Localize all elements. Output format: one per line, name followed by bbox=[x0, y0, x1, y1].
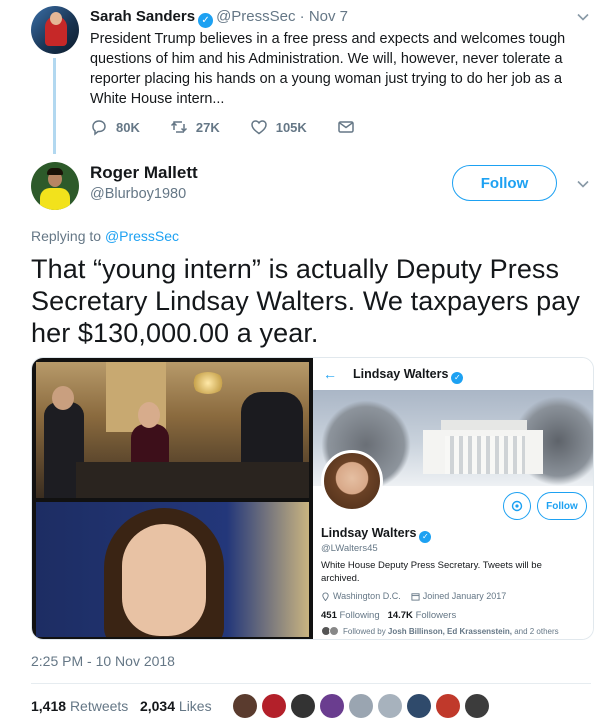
author-handle[interactable]: @Blurboy1980 bbox=[90, 186, 186, 202]
liker-avatar[interactable] bbox=[465, 694, 489, 718]
followed-by-prefix: Followed by bbox=[343, 626, 386, 636]
like-count: 105K bbox=[275, 119, 307, 135]
profile-stats: 451 Following 14.7K Followers bbox=[321, 610, 456, 621]
back-arrow-icon: ← bbox=[323, 366, 337, 382]
retweet-count: 27K bbox=[195, 119, 220, 135]
reply-count: 80K bbox=[116, 119, 140, 135]
liker-avatar[interactable] bbox=[436, 694, 460, 718]
retweet-icon bbox=[170, 121, 187, 133]
profile-joined: Joined January 2017 bbox=[422, 591, 507, 601]
follow-button[interactable]: Follow bbox=[452, 165, 557, 201]
liker-avatar[interactable] bbox=[291, 694, 315, 718]
profile-header-name: Lindsay Walters ✓ bbox=[353, 367, 466, 384]
profile-location: Washington D.C. bbox=[333, 591, 401, 601]
parent-tweet-text: President Trump believes in a free press… bbox=[90, 31, 566, 107]
calendar-icon bbox=[411, 592, 420, 601]
retweet-button[interactable]: 27K bbox=[170, 118, 220, 136]
liker-avatar[interactable] bbox=[349, 694, 373, 718]
direct-message-button[interactable] bbox=[337, 118, 363, 136]
portrait-photo[interactable] bbox=[36, 502, 309, 637]
author-name[interactable]: Roger Mallett bbox=[90, 163, 198, 183]
following-label: Following bbox=[339, 610, 380, 621]
photo-collage[interactable] bbox=[32, 358, 313, 639]
followed-by: Followed by Josh Billinson, Ed Krassenst… bbox=[321, 626, 559, 636]
profile-name-text: Lindsay Walters bbox=[321, 526, 417, 540]
verified-badge-icon: ✓ bbox=[451, 372, 464, 384]
profile-header: ← Lindsay Walters ✓ bbox=[313, 358, 593, 390]
replying-to-prefix: Replying to bbox=[31, 228, 102, 244]
profile-follow-button: Follow bbox=[537, 492, 587, 520]
retweets-label: Retweets bbox=[69, 698, 129, 714]
replying-to-mention-link[interactable]: @PressSec bbox=[105, 228, 179, 244]
author-avatar[interactable] bbox=[31, 162, 79, 210]
reply-icon bbox=[92, 120, 106, 136]
heart-icon bbox=[250, 120, 267, 135]
parent-tweet: Sarah Sanders ✓ @PressSec · Nov 7 Presiden… bbox=[0, 0, 612, 154]
likers-avatars bbox=[233, 694, 494, 718]
tweet-media[interactable]: ← Lindsay Walters ✓ Follow Lindsay Walter… bbox=[31, 357, 594, 640]
tweet-menu-chevron-icon[interactable] bbox=[576, 177, 590, 191]
tweet-text: That “young intern” is actually Deputy P… bbox=[31, 254, 581, 348]
liker-avatar[interactable] bbox=[320, 694, 344, 718]
profile-avatar bbox=[321, 450, 383, 512]
followed-by-names: Josh Billinson, Ed Krassenstein, bbox=[387, 626, 512, 636]
parent-tweet-actions: 80K 27K 105K bbox=[90, 118, 393, 136]
parent-author-name[interactable]: Sarah Sanders bbox=[90, 8, 195, 25]
retweets-stat[interactable]: 1,418 Retweets bbox=[31, 698, 128, 714]
parent-author-avatar[interactable] bbox=[31, 6, 79, 54]
press-briefing-photo[interactable] bbox=[36, 362, 309, 498]
likes-stat[interactable]: 2,034 Likes bbox=[140, 698, 212, 714]
profile-header-name-text: Lindsay Walters bbox=[353, 367, 449, 381]
following-count: 451 bbox=[321, 610, 337, 621]
divider bbox=[31, 683, 591, 684]
verified-badge-icon: ✓ bbox=[198, 13, 214, 28]
profile-meta: Washington D.C. Joined January 2017 bbox=[321, 591, 506, 601]
parent-author-handle[interactable]: @PressSec bbox=[216, 8, 295, 25]
profile-screenshot[interactable]: ← Lindsay Walters ✓ Follow Lindsay Walter… bbox=[313, 358, 593, 639]
followers-label: Followers bbox=[415, 610, 457, 621]
likes-count: 2,034 bbox=[139, 698, 176, 714]
parent-tweet-header: Sarah Sanders ✓ @PressSec · Nov 7 bbox=[90, 8, 348, 28]
replying-to: Replying to @PressSec bbox=[31, 228, 179, 244]
retweets-count: 1,418 bbox=[31, 698, 67, 714]
thread-line bbox=[53, 58, 56, 154]
envelope-icon bbox=[338, 121, 354, 133]
parent-tweet-menu-chevron-icon[interactable] bbox=[576, 10, 590, 24]
liker-avatar[interactable] bbox=[262, 694, 286, 718]
tweet-timestamp[interactable]: 2:25 PM - 10 Nov 2018 bbox=[31, 653, 175, 669]
follower-avatar bbox=[329, 626, 339, 636]
likes-label: Likes bbox=[178, 698, 212, 714]
location-pin-icon bbox=[322, 592, 329, 601]
followers-count: 14.7K bbox=[387, 610, 413, 621]
liker-avatar[interactable] bbox=[378, 694, 402, 718]
tweet-stats: 1,418 Retweets 2,034 Likes bbox=[31, 698, 212, 714]
settings-gear-icon bbox=[503, 492, 531, 520]
followed-by-suffix: and 2 others bbox=[514, 626, 559, 636]
separator-dot: · bbox=[299, 8, 305, 25]
reply-button[interactable]: 80K bbox=[90, 118, 140, 136]
profile-name: Lindsay Walters ✓ bbox=[321, 526, 434, 543]
profile-handle: @LWalters45 bbox=[321, 543, 378, 554]
profile-bio: White House Deputy Press Secretary. Twee… bbox=[321, 560, 542, 584]
like-button[interactable]: 105K bbox=[250, 118, 307, 136]
parent-tweet-date[interactable]: Nov 7 bbox=[309, 8, 348, 25]
liker-avatar[interactable] bbox=[233, 694, 257, 718]
liker-avatar[interactable] bbox=[407, 694, 431, 718]
verified-badge-icon: ✓ bbox=[419, 531, 432, 543]
